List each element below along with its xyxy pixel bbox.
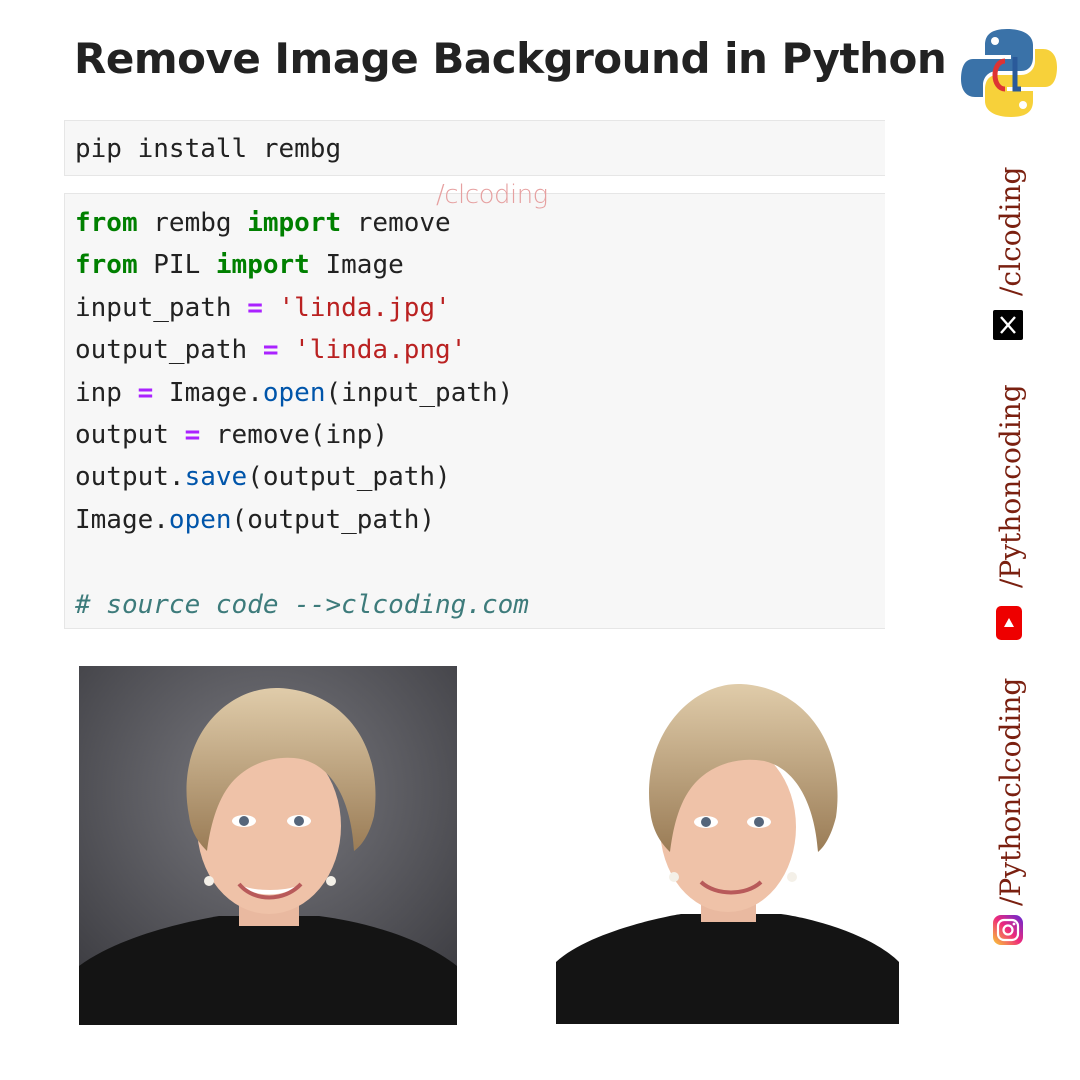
variable: inp [75, 377, 138, 408]
arguments: (input_path) [325, 377, 514, 408]
object-name: Image. [75, 504, 169, 535]
x-icon[interactable] [993, 310, 1023, 340]
install-command: pip install rembg [75, 134, 342, 164]
operator: = [137, 377, 154, 408]
code-line-2: from PIL import Image [75, 244, 875, 286]
social-handle-youtube: /Pythoncoding [994, 384, 1027, 588]
keyword: from [75, 208, 138, 238]
code-line-5: inp = Image.open(input_path) [75, 372, 875, 414]
method-name: open [168, 504, 232, 535]
background-removed-portrait-image [556, 672, 899, 1024]
social-handle-x: /clcoding [994, 166, 1027, 296]
original-portrait-image [79, 666, 457, 1025]
instagram-icon[interactable] [993, 915, 1023, 945]
youtube-icon[interactable] [996, 606, 1022, 640]
operator: = [184, 419, 201, 450]
operator: = [247, 292, 263, 323]
object-name: Image. [153, 377, 263, 408]
variable: output_path [75, 335, 263, 366]
variable: output [75, 419, 185, 450]
code-comment: # source code -->clcoding.com [75, 589, 529, 620]
social-handle-instagram: /Pythonclcoding [994, 677, 1027, 906]
main-code-cell[interactable]: from rembg import remove from PIL import… [64, 193, 885, 629]
module-name: PIL [137, 250, 216, 281]
keyword: import [247, 208, 342, 238]
page-title: Remove Image Background in Python [74, 34, 947, 83]
arguments: (output_path) [247, 462, 451, 493]
code-line-7: output.save(output_path) [75, 456, 875, 498]
variable: input_path [75, 292, 248, 323]
code-line-3: input_path = 'linda.jpg' [75, 287, 875, 329]
code-line-4: output_path = 'linda.png' [75, 329, 875, 371]
python-logo [961, 29, 1057, 117]
arguments: (output_path) [231, 504, 436, 535]
code-line-6: output = remove(inp) [75, 414, 875, 456]
expression: remove(inp) [200, 419, 389, 450]
install-code-cell[interactable]: pip install rembg [64, 120, 885, 176]
watermark: /clcoding [436, 180, 548, 210]
operator: = [262, 335, 279, 366]
code-line-8: Image.open(output_path) [75, 499, 875, 541]
import-name: Image [309, 250, 404, 281]
object-name: output. [75, 462, 185, 493]
import-name: remove [341, 208, 451, 238]
method-name: open [262, 377, 326, 408]
keyword: import [215, 250, 310, 281]
method-name: save [184, 462, 248, 493]
keyword: from [75, 250, 138, 281]
string-literal: 'linda.png' [294, 335, 467, 366]
module-name: rembg [137, 208, 248, 238]
string-literal: 'linda.jpg' [278, 292, 451, 323]
